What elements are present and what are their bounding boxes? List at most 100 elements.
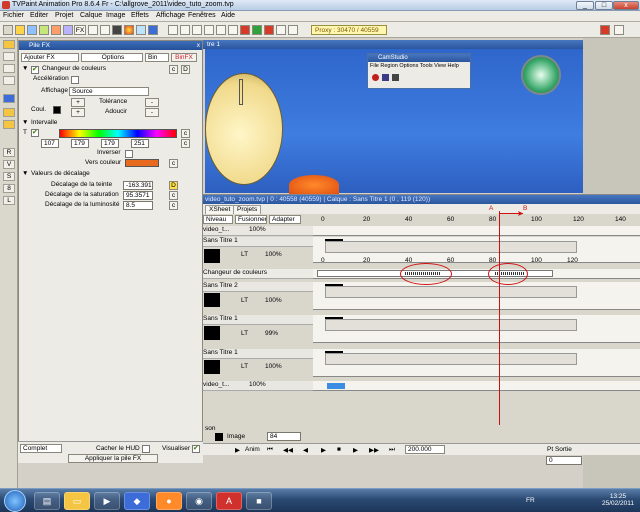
menu-affichage[interactable]: Affichage xyxy=(156,12,185,19)
adoucir-plus-button[interactable]: + xyxy=(71,108,85,117)
menu-effets[interactable]: Effets xyxy=(131,12,149,19)
layer-opacity[interactable]: 99% xyxy=(265,330,278,337)
layer-track[interactable] xyxy=(313,349,640,377)
range-value-1[interactable]: 107 xyxy=(41,139,59,148)
range-value-2[interactable]: 179 xyxy=(71,139,89,148)
lt-toggle[interactable]: LT xyxy=(241,330,248,337)
menu-aide[interactable]: Aide xyxy=(221,12,235,19)
firefox-icon[interactable]: ● xyxy=(156,492,182,510)
camstudio-menu-options[interactable]: Options xyxy=(399,63,418,69)
decalage-saturation-c-button[interactable]: c xyxy=(169,191,178,200)
layer-header[interactable]: video_t... 100% xyxy=(203,381,313,391)
intervalle-checkbox[interactable] xyxy=(31,128,39,137)
complet-dropdown[interactable]: Complet xyxy=(20,444,62,453)
tool-slot[interactable] xyxy=(3,64,15,73)
first-frame-icon[interactable]: ⏮ xyxy=(267,446,273,454)
layer-track[interactable] xyxy=(313,226,640,236)
range-c-button[interactable]: c xyxy=(181,139,190,148)
check-icon[interactable] xyxy=(252,25,262,35)
instance-bar[interactable] xyxy=(325,241,577,253)
tool-slot[interactable] xyxy=(3,120,15,129)
record-icon[interactable] xyxy=(600,25,610,35)
layer-header[interactable]: video_t... 100% xyxy=(203,226,313,236)
view-icon[interactable] xyxy=(148,25,158,35)
next-frame-icon[interactable]: ▶▶ xyxy=(369,446,379,454)
layers-icon[interactable] xyxy=(112,25,122,35)
layer-track[interactable] xyxy=(313,381,640,391)
vers-c-button[interactable]: c xyxy=(169,159,178,168)
shape-icon[interactable] xyxy=(63,25,73,35)
light-table-icon[interactable] xyxy=(276,25,286,35)
media-icon[interactable]: ▶ xyxy=(94,492,120,510)
folder-icon[interactable]: ▭ xyxy=(64,492,90,510)
stop-icon[interactable]: ■ xyxy=(337,446,341,453)
stamp-icon[interactable] xyxy=(240,25,250,35)
camstudio-menu-help[interactable]: Help xyxy=(448,63,459,69)
tool-slot-active[interactable] xyxy=(3,94,15,103)
layer-opacity[interactable]: 100% xyxy=(249,381,266,388)
decalage-teinte-d-button[interactable]: D xyxy=(169,181,178,190)
layer-opacity[interactable]: 100% xyxy=(265,363,282,370)
fx-button[interactable]: FX xyxy=(74,25,86,35)
range-value-4[interactable]: 251 xyxy=(131,139,149,148)
tool-8[interactable]: 8 xyxy=(3,184,15,193)
expand-icon[interactable]: ▼ xyxy=(22,119,28,126)
hue-range-slider[interactable] xyxy=(59,129,177,138)
select-icon[interactable] xyxy=(168,25,178,35)
tool-slot[interactable] xyxy=(3,108,15,117)
move-icon[interactable] xyxy=(180,25,190,35)
crop-icon[interactable] xyxy=(216,25,226,35)
settings-icon[interactable] xyxy=(614,25,624,35)
menu-projet[interactable]: Projet xyxy=(55,12,73,19)
adoucir-minus-button[interactable]: - xyxy=(145,108,159,117)
lt-toggle[interactable]: LT xyxy=(241,251,248,258)
decalage-luminosite-c-button[interactable]: c xyxy=(169,201,178,210)
menu-editer[interactable]: Editer xyxy=(30,12,48,19)
camstudio-menu-tools[interactable]: Tools xyxy=(420,63,433,69)
play-icon[interactable]: ▶ xyxy=(235,446,240,454)
intervalle-c-button[interactable]: c xyxy=(181,129,190,138)
frame-icon[interactable] xyxy=(136,25,146,35)
step-back-icon[interactable]: ◀ xyxy=(303,446,308,454)
camstudio-window[interactable]: CamStudio File Region Options Tools View… xyxy=(367,53,471,89)
paint-icon[interactable] xyxy=(51,25,61,35)
clock[interactable]: 13:25 25/02/2011 xyxy=(598,493,638,507)
pause-icon[interactable] xyxy=(392,74,399,81)
bin-dropdown[interactable]: Bin xyxy=(145,53,169,62)
cacher-hud-checkbox[interactable] xyxy=(142,445,150,453)
inverser-checkbox[interactable] xyxy=(125,150,133,158)
camstudio-menu-region[interactable]: Region xyxy=(380,63,397,69)
blend-dropdown[interactable]: Fusionner xyxy=(235,215,267,224)
menu-fichier[interactable]: Fichier xyxy=(3,12,24,19)
decalage-saturation-field[interactable]: 95.3571 xyxy=(123,191,153,200)
pile-fx-close-icon[interactable]: x xyxy=(197,41,200,50)
prev-frame-icon[interactable]: ◀◀ xyxy=(283,446,293,454)
instance-bar[interactable] xyxy=(325,286,577,298)
tab-projets[interactable]: Projets xyxy=(233,205,262,214)
layer-header[interactable]: Sans Titre 2 xyxy=(203,282,313,292)
layer-opacity[interactable]: 100% xyxy=(265,251,282,258)
layer-opacity[interactable]: 100% xyxy=(265,297,282,304)
record-icon[interactable] xyxy=(372,74,379,81)
layer-header[interactable]: Sans Titre 1 xyxy=(203,237,313,247)
eraser-icon[interactable] xyxy=(228,25,238,35)
warp-icon[interactable] xyxy=(204,25,214,35)
brush-icon[interactable] xyxy=(15,25,25,35)
play-button-icon[interactable]: ▶ xyxy=(321,446,326,454)
minimize-button[interactable]: _ xyxy=(576,1,594,10)
effect-d-button[interactable]: D xyxy=(181,65,190,74)
pt-sortie-field[interactable]: 0 xyxy=(546,456,582,465)
pile-tab[interactable] xyxy=(3,40,15,49)
expand-icon[interactable]: ▼ xyxy=(22,65,28,72)
tool-slot[interactable] xyxy=(3,52,15,61)
affichage-dropdown[interactable]: Source xyxy=(69,87,149,96)
image-field[interactable]: 84 xyxy=(267,432,301,441)
layer-track[interactable] xyxy=(313,282,640,310)
instance-bar[interactable] xyxy=(325,319,577,331)
playhead-line[interactable] xyxy=(499,211,500,425)
lt-toggle[interactable]: LT xyxy=(241,363,248,370)
tool-slot[interactable] xyxy=(3,76,15,85)
menu-image[interactable]: Image xyxy=(106,12,125,19)
tvpaint-icon[interactable]: ◆ xyxy=(124,492,150,510)
pencil-icon[interactable] xyxy=(39,25,49,35)
